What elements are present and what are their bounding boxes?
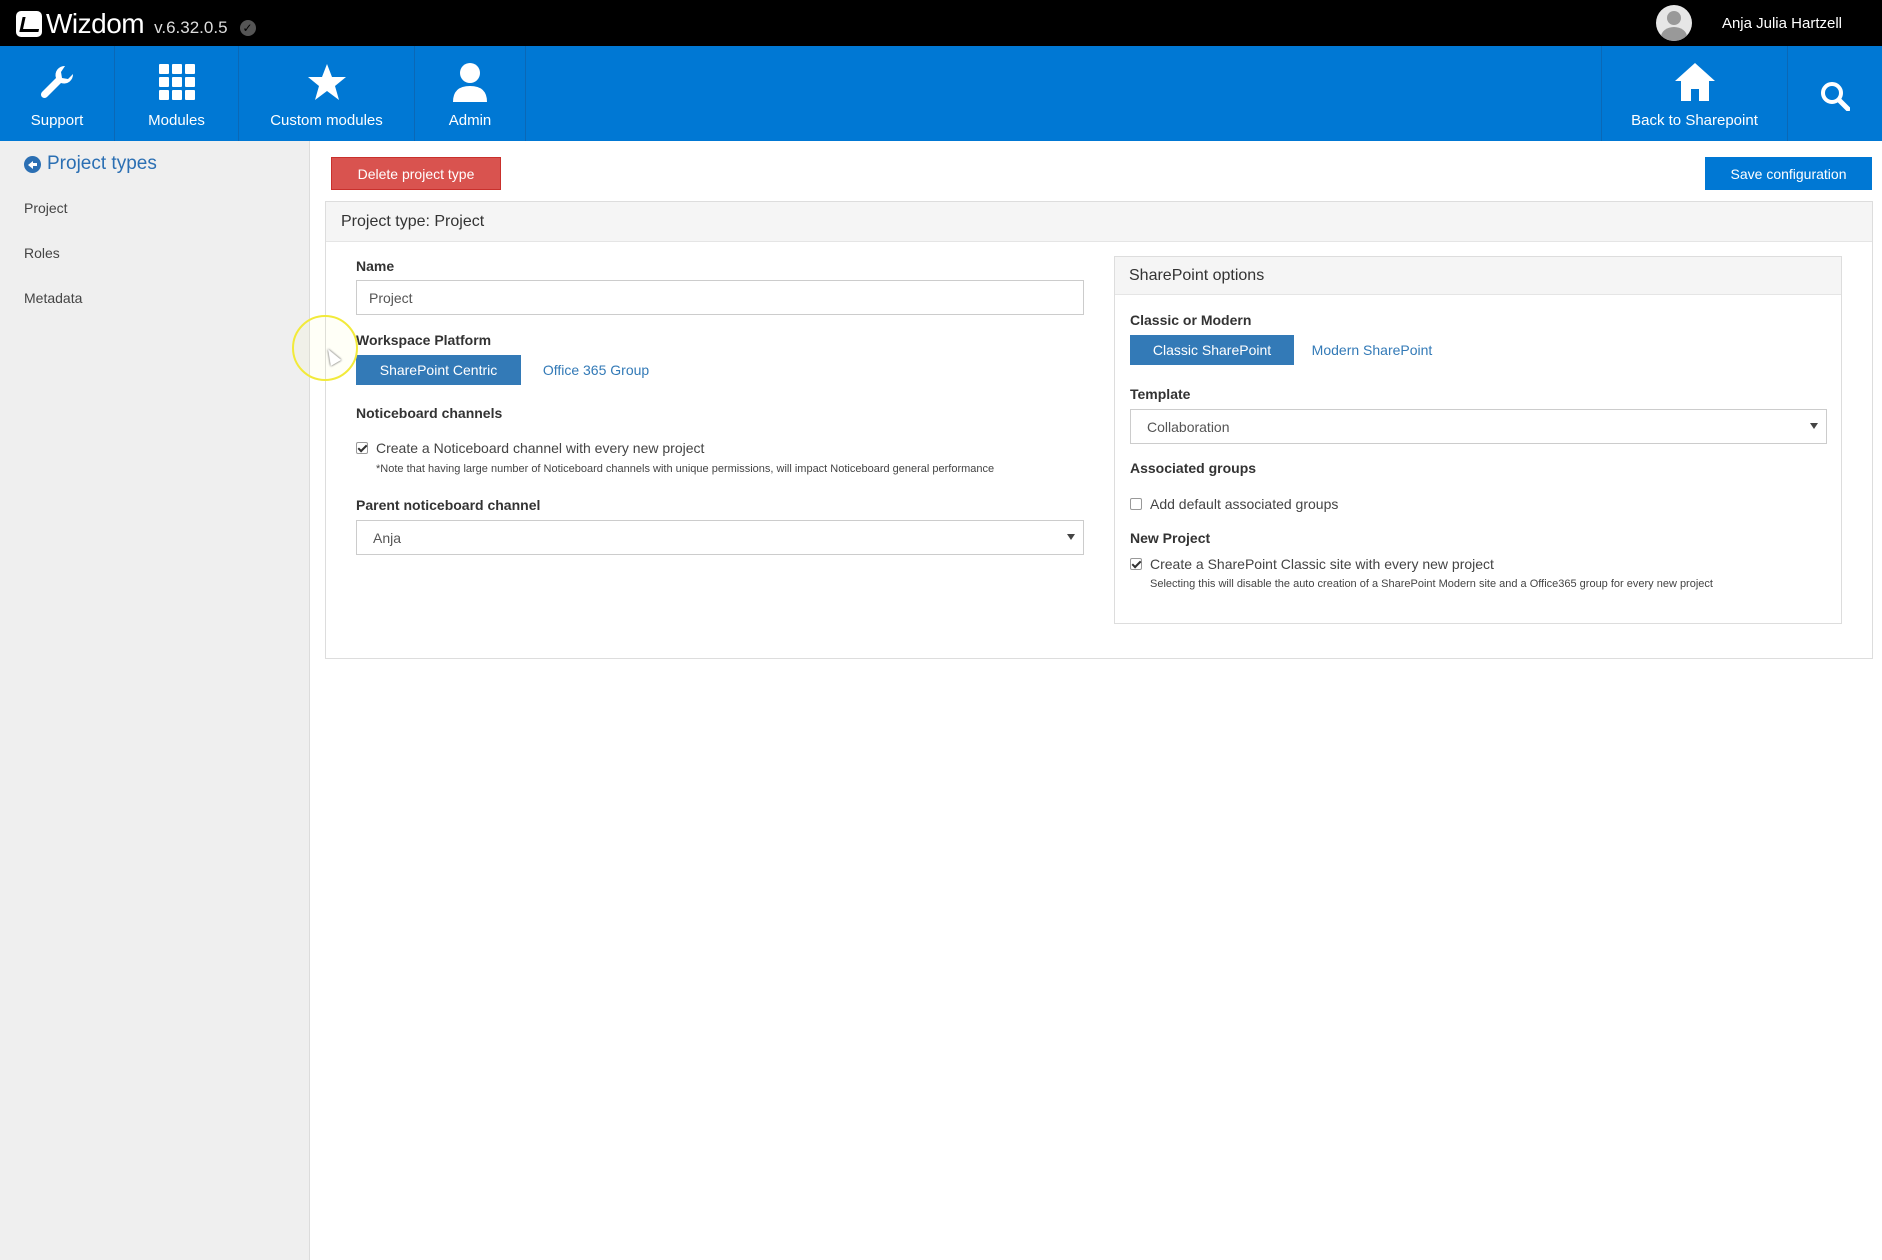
- template-label: Template: [1130, 386, 1191, 402]
- classic-sharepoint-option[interactable]: Classic SharePoint: [1130, 335, 1294, 365]
- parent-noticeboard-label: Parent noticeboard channel: [356, 497, 541, 513]
- nav-modules[interactable]: Modules: [115, 46, 239, 141]
- parent-noticeboard-select[interactable]: Anja: [356, 520, 1084, 555]
- name-input[interactable]: Project: [356, 280, 1084, 315]
- save-configuration-button[interactable]: Save configuration: [1705, 157, 1872, 190]
- modern-sharepoint-option[interactable]: Modern SharePoint: [1307, 335, 1437, 365]
- brand-name: Wizdom: [46, 8, 145, 39]
- sidebar-item-metadata[interactable]: Metadata: [24, 290, 82, 306]
- parent-noticeboard-value: Anja: [373, 529, 402, 546]
- grid-icon: [158, 60, 195, 104]
- new-project-note: Selecting this will disable the auto cre…: [1150, 578, 1713, 590]
- search-icon: [1820, 74, 1850, 118]
- project-type-panel: Project type: Project Name Project Works…: [325, 201, 1873, 659]
- noticeboard-performance-note: *Note that having large number of Notice…: [376, 463, 995, 475]
- workspace-platform-label: Workspace Platform: [356, 332, 492, 348]
- nav-support-label: Support: [30, 112, 84, 129]
- nav-custom-modules[interactable]: Custom modules: [239, 46, 415, 141]
- back-to-project-types[interactable]: Project types: [24, 153, 157, 175]
- user-menu[interactable]: Anja Julia Hartzell: [1655, 0, 1882, 46]
- sidebar-item-roles[interactable]: Roles: [24, 245, 60, 261]
- check-circle-icon: ✓: [239, 20, 256, 36]
- new-project-checkbox-label[interactable]: Create a SharePoint Classic site with ev…: [1150, 556, 1494, 572]
- cursor-highlight: [292, 315, 358, 381]
- nav-back-to-sharepoint[interactable]: Back to Sharepoint: [1601, 46, 1788, 141]
- arrow-left-circle-icon: [24, 155, 41, 173]
- user-name[interactable]: Anja Julia Hartzell: [1722, 15, 1842, 32]
- nav-back-to-sharepoint-label: Back to Sharepoint: [1631, 112, 1758, 129]
- wrench-icon: [37, 60, 77, 104]
- template-value: Collaboration: [1147, 418, 1230, 435]
- template-select[interactable]: Collaboration: [1130, 409, 1827, 444]
- sharepoint-centric-option[interactable]: SharePoint Centric: [356, 355, 521, 385]
- home-icon: [1674, 60, 1715, 104]
- caret-down-icon: [1067, 534, 1075, 540]
- new-project-checkbox[interactable]: [1130, 558, 1142, 570]
- new-project-label: New Project: [1130, 530, 1211, 546]
- associated-groups-checkbox-label[interactable]: Add default associated groups: [1150, 496, 1338, 512]
- avatar[interactable]: [1655, 5, 1692, 41]
- sidebar-title: Project types: [47, 153, 157, 174]
- panel-title: Project type: Project: [326, 202, 1872, 242]
- associated-groups-checkbox[interactable]: [1130, 498, 1142, 510]
- sidebar-item-project[interactable]: Project: [24, 200, 68, 216]
- office-365-group-option[interactable]: Office 365 Group: [536, 355, 656, 385]
- sidebar: Project types Project Roles Metadata: [0, 141, 310, 1260]
- name-label: Name: [356, 258, 395, 274]
- associated-groups-label: Associated groups: [1130, 460, 1257, 476]
- sharepoint-options-panel: SharePoint options Classic or Modern Cla…: [1114, 256, 1842, 624]
- main-navigation: Support Modules Custom modules Admin Bac…: [0, 46, 1882, 141]
- nav-custom-modules-label: Custom modules: [270, 112, 383, 129]
- top-bar: Wizdom v.6.32.0.5 ✓ Anja Julia Hartzell: [0, 0, 1882, 46]
- nav-admin[interactable]: Admin: [415, 46, 526, 141]
- star-icon: [307, 60, 346, 104]
- noticeboard-channels-label: Noticeboard channels: [356, 405, 503, 421]
- delete-project-type-button[interactable]: Delete project type: [331, 157, 501, 190]
- noticeboard-channel-checkbox-label[interactable]: Create a Noticeboard channel with every …: [376, 440, 704, 456]
- sharepoint-options-title: SharePoint options: [1115, 257, 1841, 295]
- classic-or-modern-label: Classic or Modern: [1130, 312, 1252, 328]
- nav-support[interactable]: Support: [0, 46, 115, 141]
- nav-modules-label: Modules: [148, 112, 205, 129]
- caret-down-icon: [1810, 423, 1818, 429]
- user-icon: [451, 60, 489, 104]
- version-label: v.6.32.0.5: [154, 18, 228, 37]
- noticeboard-channel-checkbox[interactable]: [356, 442, 368, 454]
- wizdom-logo[interactable]: Wizdom v.6.32.0.5 ✓: [16, 8, 256, 40]
- nav-search[interactable]: [1788, 46, 1882, 141]
- wizdom-logo-icon: [16, 11, 42, 37]
- nav-admin-label: Admin: [448, 112, 492, 129]
